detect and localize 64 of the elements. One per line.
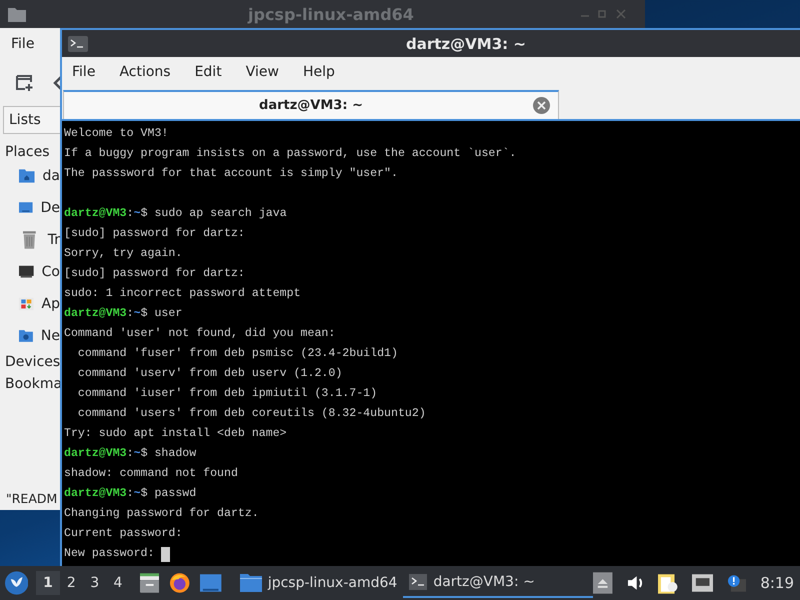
terminal-line: Try: sudo apt install <deb name> (64, 426, 287, 442)
section-heading: Places (5, 144, 50, 160)
folder-icon (240, 574, 262, 592)
folder-icon (8, 6, 26, 22)
workspace-button[interactable]: 1 (36, 571, 60, 595)
terminal-line: dartz@VM3:~$ shadow (64, 446, 198, 462)
workspace-button[interactable]: 3 (82, 571, 106, 595)
taskbar-button[interactable]: jpcsp-linux-amd64 (234, 568, 404, 598)
menu-item[interactable]: Edit (194, 64, 222, 80)
terminal-tab[interactable]: dartz@VM3: ~ (63, 90, 559, 119)
volume-icon[interactable] (626, 575, 644, 591)
taskbar-button[interactable]: dartz@VM3: ~ (403, 568, 594, 598)
workspace-button[interactable]: 2 (60, 571, 83, 595)
terminal-line: Changing password for dartz. (64, 506, 259, 522)
terminal-line: command 'iuser' from deb ipmiutil (3.1.7-1) (76, 386, 378, 402)
clock[interactable]: 8:19 (760, 574, 794, 592)
browser-icon[interactable] (169, 572, 190, 594)
view-mode-dropdown[interactable]: Lists (3, 106, 63, 134)
terminal-line: command 'userv' from deb userv (1.2.0) (76, 366, 342, 382)
new-window-icon[interactable] (16, 74, 34, 92)
file-cabinet-icon[interactable] (140, 573, 160, 593)
terminal-line: If a buggy program insists on a password, use the account `user`. (64, 146, 516, 162)
terminal-line: dartz@VM3:~$ sudo ap search java (64, 206, 288, 222)
section-heading: Bookma (5, 376, 62, 392)
terminal-line: Current password: (64, 526, 182, 542)
terminal-line: [sudo] password for dartz: (64, 266, 245, 282)
terminal-line: The passsword for that account is simply "user". (64, 166, 398, 182)
terminal-line: dartz@VM3:~$ passwd (64, 486, 198, 502)
sidebar-item[interactable]: De (0, 192, 60, 224)
terminal-icon (68, 36, 88, 52)
terminal-line: dartz@VM3:~$ user (64, 306, 184, 322)
back-icon[interactable] (52, 75, 62, 91)
window-icon[interactable] (200, 574, 222, 592)
terminal-line: Command 'user' not found, did you mean: (64, 326, 336, 342)
terminal-line: sudo: 1 incorrect password attempt (64, 286, 301, 302)
sidebar-item[interactable]: Ne (0, 320, 60, 352)
menu-item[interactable]: Help (302, 64, 335, 80)
start-menu-icon[interactable] (5, 571, 28, 595)
terminal-line: command 'fuser' from deb psmisc (23.4-2build1) (76, 346, 398, 362)
close-icon[interactable] (533, 97, 550, 114)
eject-icon[interactable] (593, 572, 613, 594)
network-icon[interactable] (692, 574, 713, 592)
menu-item[interactable]: File (72, 64, 96, 80)
menu-item[interactable]: Actions (119, 64, 171, 80)
menu-item[interactable]: View (246, 64, 279, 80)
menu-item[interactable]: File (11, 36, 34, 52)
section-heading: Devices (5, 354, 60, 370)
terminal-line: Sorry, try again. (64, 246, 182, 262)
terminal-icon (409, 574, 428, 590)
terminal-line: Welcome to VM3! (64, 126, 168, 142)
clipboard-icon[interactable] (658, 572, 678, 594)
terminal-line: New password: (64, 546, 156, 562)
terminal-line: command 'users' from deb coreutils (8.32-4ubuntu2) (76, 406, 426, 422)
terminal-line: [sudo] password for dartz: (64, 226, 245, 242)
workspace-button[interactable]: 4 (106, 571, 130, 595)
status-text: "READM (6, 491, 58, 506)
window-title: dartz@VM3: ~ (406, 34, 526, 52)
sidebar-item[interactable]: Co (0, 256, 60, 288)
sidebar-item[interactable]: Ap (0, 288, 60, 320)
sidebar-item[interactable]: Tr (0, 224, 60, 256)
notification-icon[interactable] (726, 574, 746, 592)
window-title: jpcsp-linux-amd64 (248, 4, 414, 24)
sidebar-item[interactable]: da (0, 160, 60, 192)
terminal-line: shadow: command not found (64, 466, 238, 482)
